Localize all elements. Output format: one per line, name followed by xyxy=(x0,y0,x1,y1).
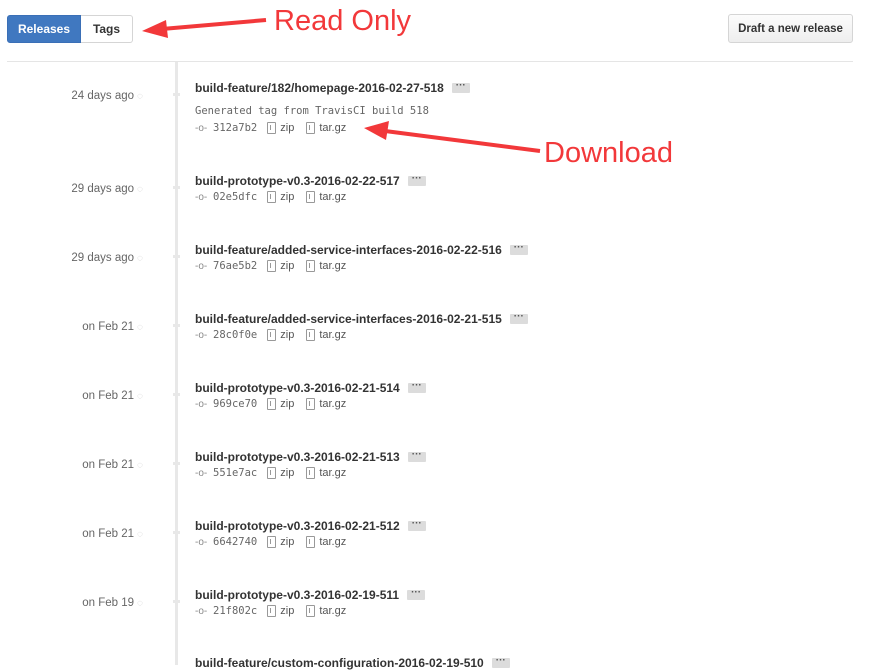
annotation-arrows xyxy=(142,18,541,153)
download-arrow xyxy=(364,121,541,153)
read-only-arrow xyxy=(142,18,267,38)
